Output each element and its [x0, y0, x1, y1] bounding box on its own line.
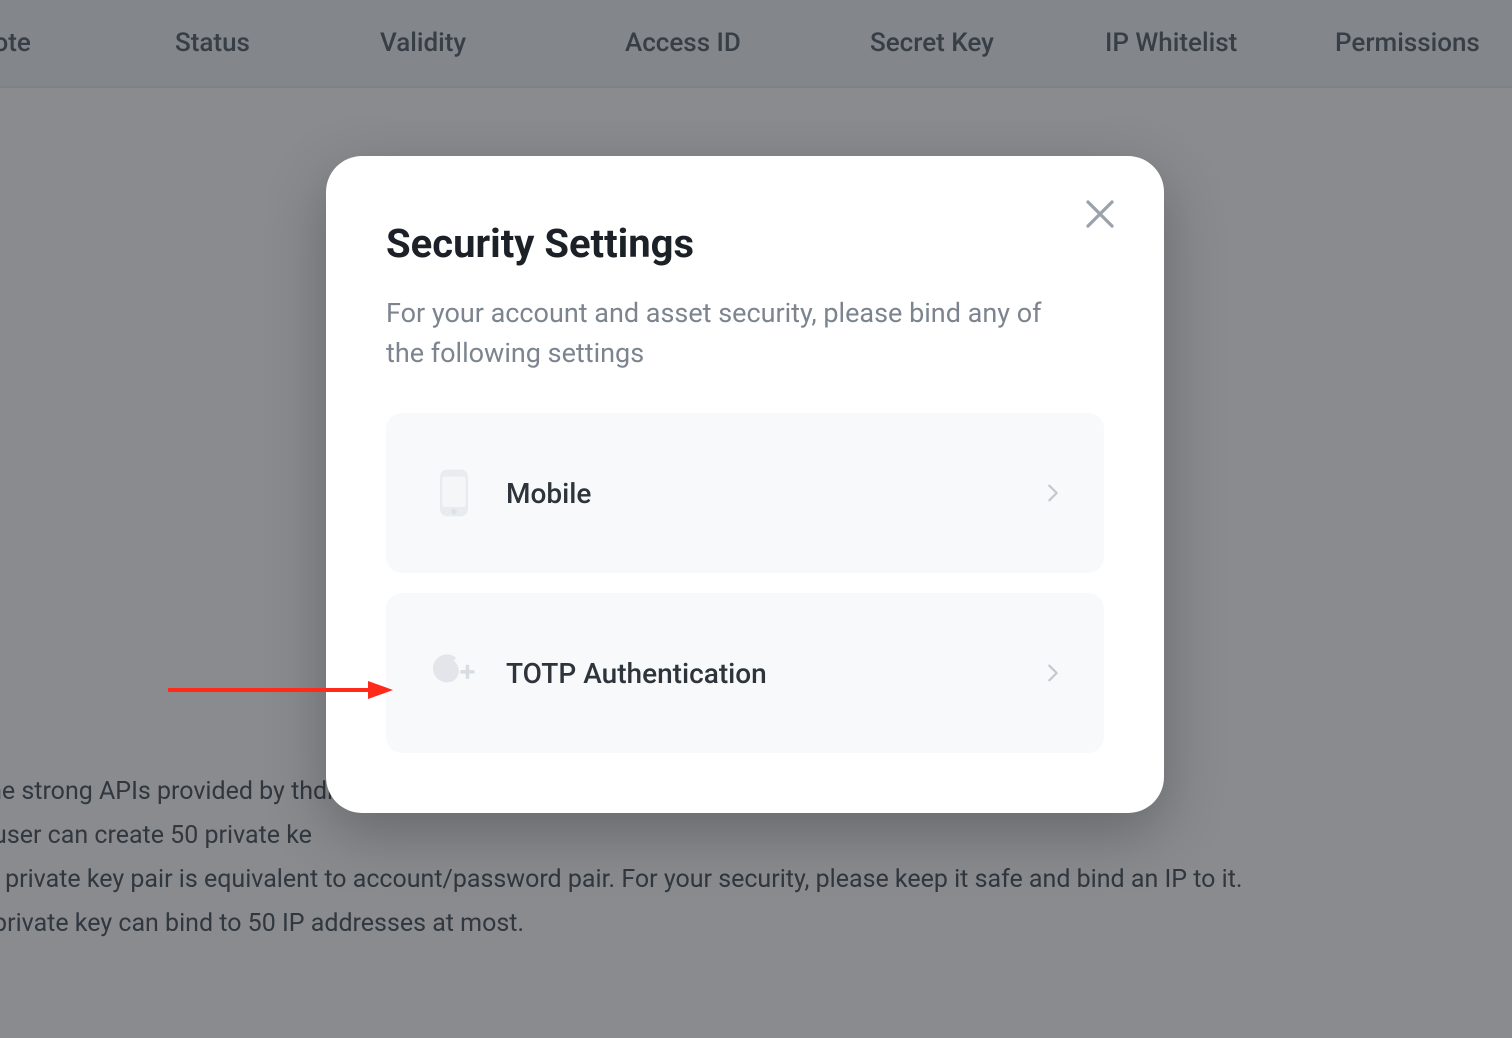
option-label: Mobile [506, 477, 1042, 510]
option-totp[interactable]: TOTP Authentication [386, 593, 1104, 753]
google-plus-icon [426, 645, 482, 701]
chevron-right-icon [1042, 482, 1064, 504]
mobile-icon [426, 465, 482, 521]
option-mobile[interactable]: Mobile [386, 413, 1104, 573]
security-settings-modal: Security Settings For your account and a… [326, 156, 1164, 813]
modal-title: Security Settings [386, 220, 1104, 267]
chevron-right-icon [1042, 662, 1064, 684]
close-icon [1082, 196, 1118, 232]
option-label: TOTP Authentication [506, 657, 1042, 690]
modal-description: For your account and asset security, ple… [386, 293, 1086, 373]
close-button[interactable] [1082, 196, 1118, 232]
security-option-list: Mobile TOTP Authentication [386, 413, 1104, 753]
